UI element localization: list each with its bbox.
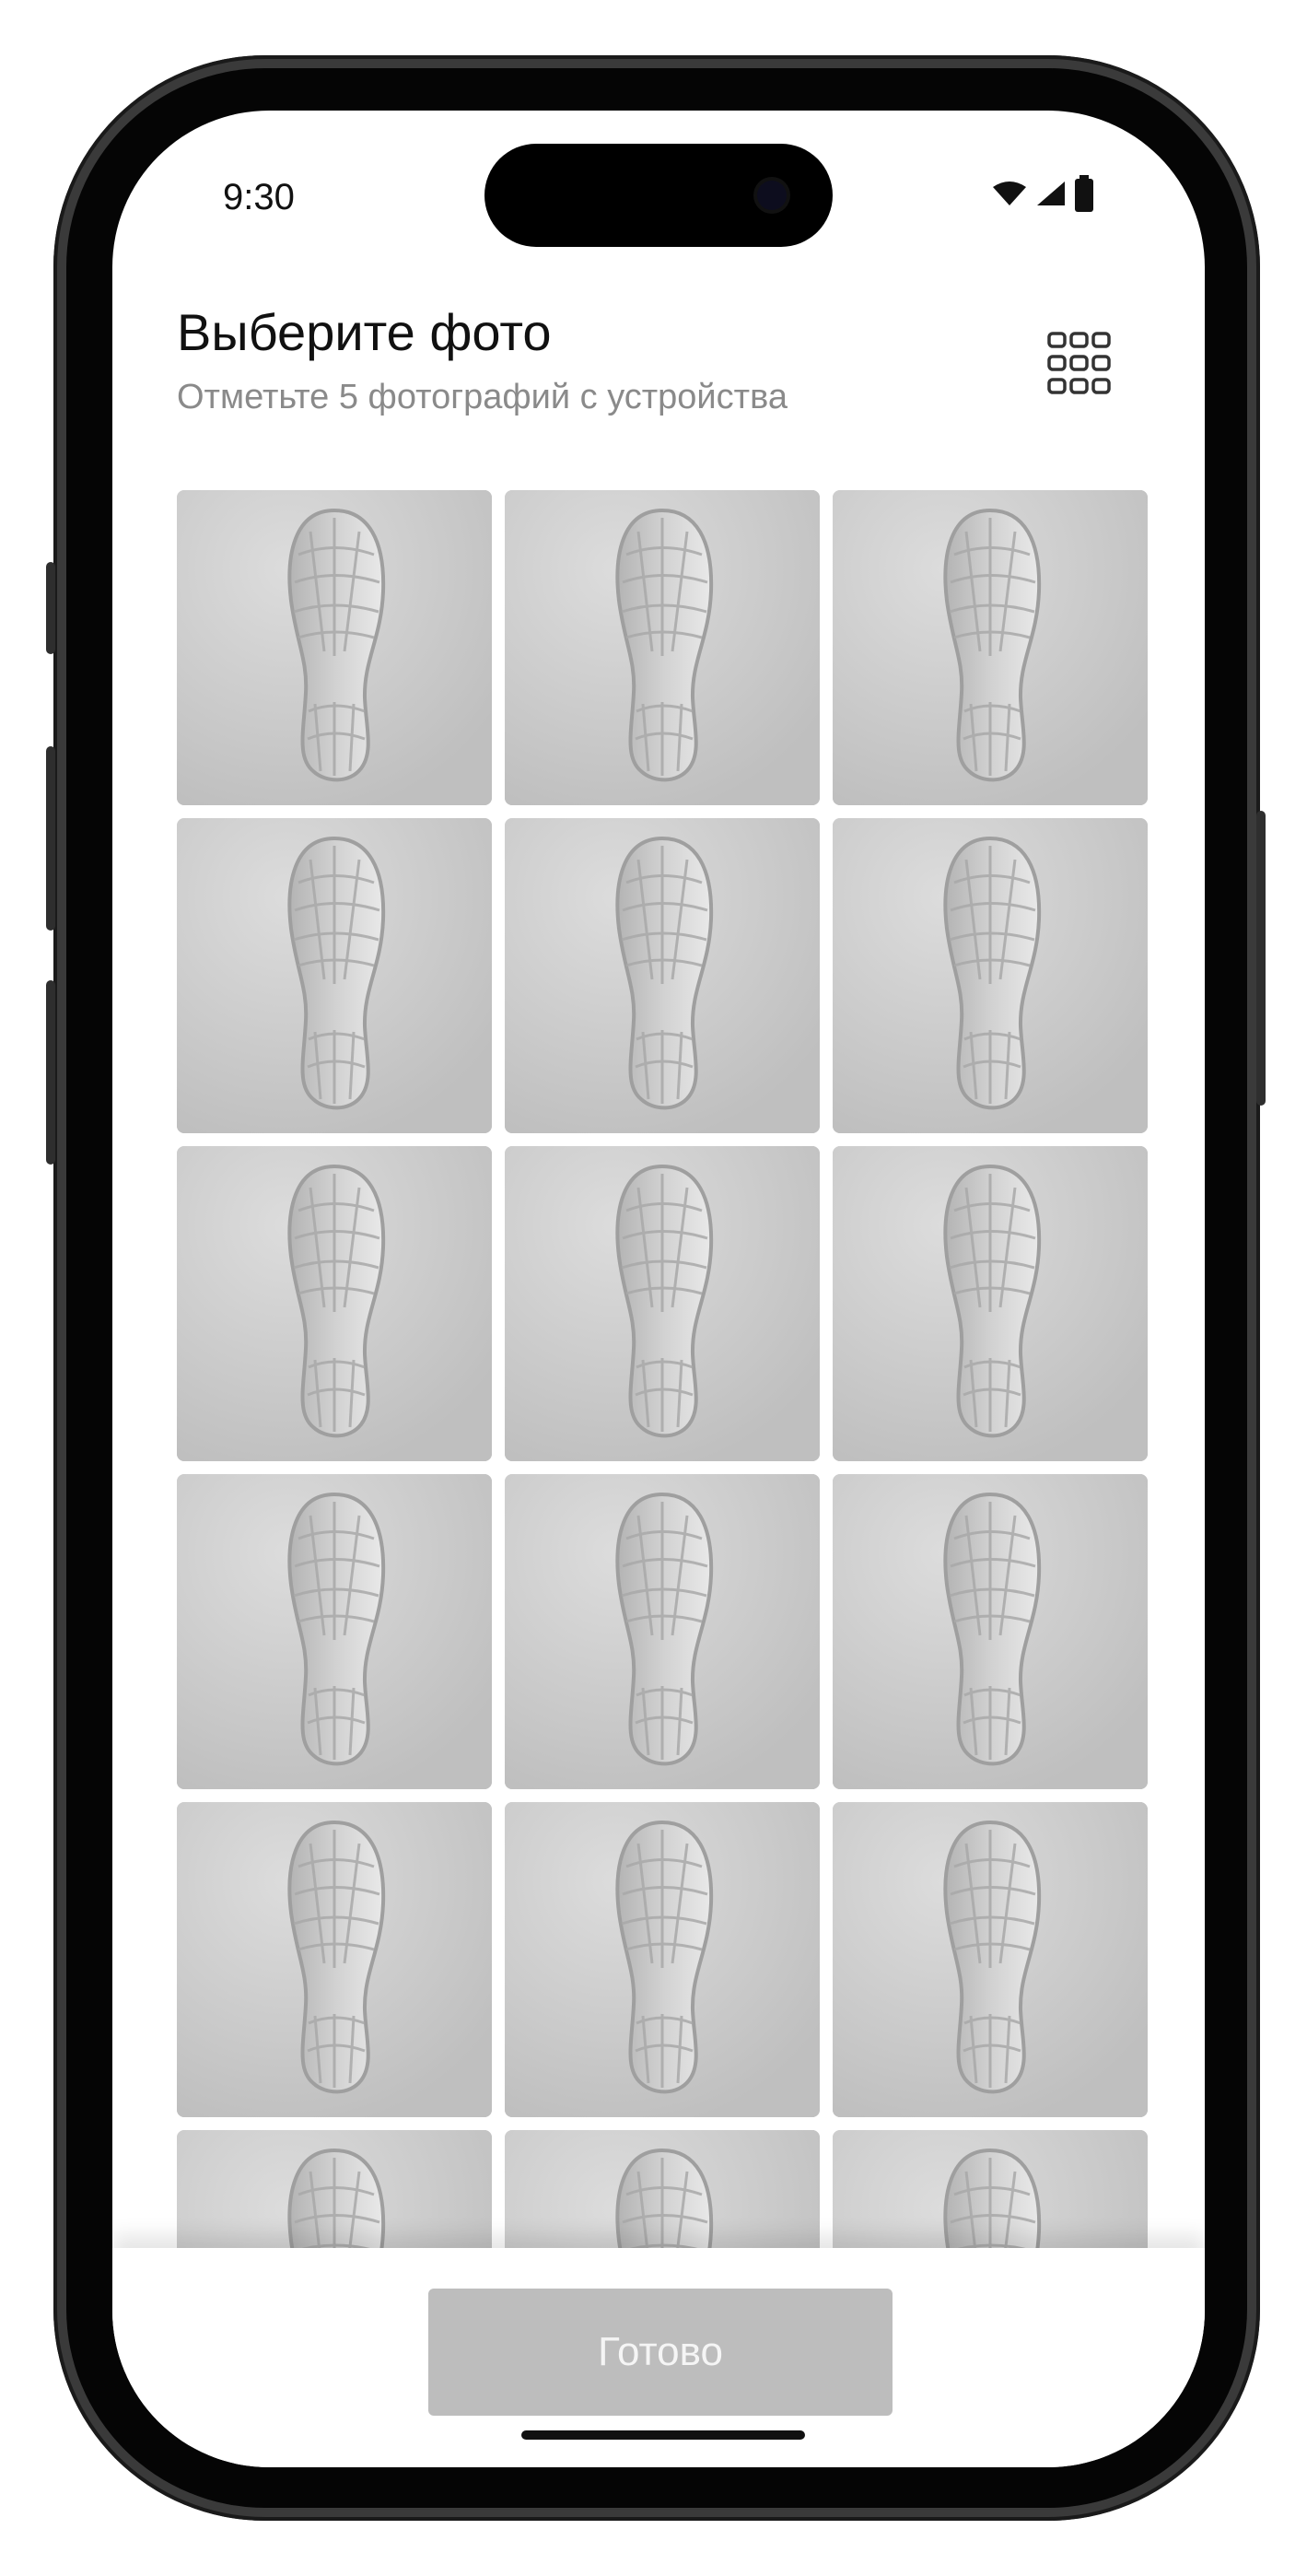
photo-thumbnail[interactable]	[833, 1146, 1148, 1461]
status-time: 9:30	[223, 177, 295, 217]
dynamic-island	[484, 144, 833, 247]
photo-thumbnail[interactable]	[833, 490, 1148, 805]
photo-thumbnail[interactable]	[833, 1474, 1148, 1789]
photo-thumbnail[interactable]	[505, 818, 820, 1133]
volume-up-button	[46, 746, 55, 931]
photo-thumbnail[interactable]	[177, 1802, 492, 2117]
photo-thumbnail[interactable]	[177, 1474, 492, 1789]
volume-down-button	[46, 980, 55, 1165]
photo-thumbnail[interactable]	[177, 818, 492, 1133]
screen: 9:30 Выберите фото Отметьте 5 фотографий…	[112, 111, 1205, 2467]
photo-thumbnail[interactable]	[505, 490, 820, 805]
photo-thumbnail[interactable]	[505, 1474, 820, 1789]
page-subtitle: Отметьте 5 фотографий с устройства	[177, 378, 788, 416]
photo-thumbnail[interactable]	[177, 490, 492, 805]
status-icons	[991, 175, 1094, 212]
signal-icon	[1037, 181, 1065, 205]
power-button	[1256, 811, 1266, 1106]
photo-thumbnail[interactable]	[177, 1146, 492, 1461]
photo-thumbnail[interactable]	[833, 818, 1148, 1133]
photo-thumbnail[interactable]	[833, 1802, 1148, 2117]
battery-icon	[1075, 175, 1093, 212]
done-button[interactable]: Готово	[428, 2289, 893, 2416]
photo-thumbnail[interactable]	[505, 1146, 820, 1461]
photo-grid	[177, 490, 1148, 2445]
page-title: Выберите фото	[177, 303, 552, 361]
camera-icon	[757, 181, 787, 210]
wifi-icon	[993, 181, 1026, 205]
grid-view-icon[interactable]	[1046, 330, 1113, 396]
photo-thumbnail[interactable]	[505, 1802, 820, 2117]
action-button	[46, 562, 55, 654]
home-indicator[interactable]	[521, 2430, 805, 2440]
